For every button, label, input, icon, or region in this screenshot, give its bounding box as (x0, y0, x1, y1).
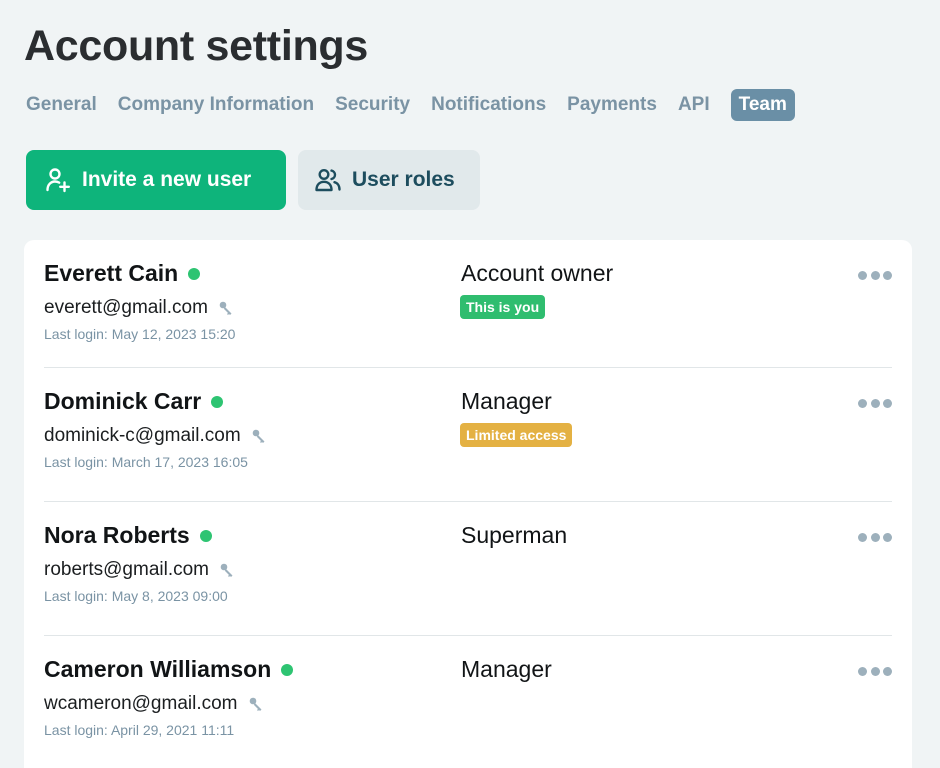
tab-security[interactable]: Security (335, 89, 410, 121)
invite-user-button[interactable]: Invite a new user (26, 150, 286, 210)
user-name: Dominick Carr (44, 388, 224, 415)
team-actions: Invite a new user User roles (26, 150, 480, 210)
user-role: Manager (461, 388, 552, 414)
user-email: roberts@gmail.com (44, 559, 235, 581)
limited-access-badge: Limited access (460, 423, 573, 447)
tab-api[interactable]: API (678, 89, 710, 121)
key-icon[interactable] (248, 696, 264, 712)
user-email-text: everett@gmail.com (44, 297, 208, 318)
user-email-text: roberts@gmail.com (44, 559, 209, 580)
tab-notifications[interactable]: Notifications (431, 89, 546, 121)
online-status-icon (211, 395, 224, 408)
user-role: Superman (461, 522, 568, 548)
last-login: Last login: March 17, 2023 16:05 (44, 454, 248, 470)
online-status-icon (281, 663, 294, 676)
user-email: dominick-c@gmail.com (44, 425, 267, 447)
key-icon[interactable] (218, 300, 234, 316)
user-name-text: Everett Cain (44, 260, 179, 286)
invite-user-label: Invite a new user (82, 168, 252, 191)
user-roles-label: User roles (352, 168, 455, 191)
user-name: Cameron Williamson (44, 656, 294, 683)
account-settings-page: Account settings General Company Informa… (0, 0, 940, 768)
team-member-row: Everett Cain everett@gmail.com Last logi… (44, 240, 892, 374)
more-options-icon[interactable] (858, 396, 892, 410)
last-login: Last login: May 8, 2023 09:00 (44, 588, 228, 604)
this-is-you-badge: This is you (460, 295, 546, 319)
tab-payments[interactable]: Payments (567, 89, 657, 121)
team-members-list: Everett Cain everett@gmail.com Last logi… (24, 240, 912, 768)
user-email: everett@gmail.com (44, 297, 234, 319)
users-icon (314, 166, 342, 194)
last-login: Last login: April 29, 2021 11:11 (44, 722, 235, 738)
tab-general[interactable]: General (26, 89, 97, 121)
user-roles-button[interactable]: User roles (298, 150, 480, 210)
user-name: Nora Roberts (44, 522, 212, 549)
user-email-text: dominick-c@gmail.com (44, 425, 241, 446)
user-name: Everett Cain (44, 260, 201, 287)
last-login: Last login: May 12, 2023 15:20 (44, 326, 236, 342)
team-member-row: Nora Roberts roberts@gmail.com Last logi… (44, 501, 892, 635)
online-status-icon (199, 529, 212, 542)
user-email-text: wcameron@gmail.com (44, 693, 238, 714)
user-role: Manager (461, 656, 552, 682)
tab-team[interactable]: Team (730, 89, 795, 121)
user-role: Account owner (461, 260, 614, 286)
user-name-text: Cameron Williamson (44, 656, 272, 682)
user-email: wcameron@gmail.com (44, 693, 264, 715)
add-user-icon (44, 166, 72, 194)
user-name-text: Dominick Carr (44, 388, 202, 414)
page-title: Account settings (24, 22, 369, 70)
tab-company-information[interactable]: Company Information (118, 89, 314, 121)
team-member-row: Dominick Carr dominick-c@gmail.com Last … (44, 367, 892, 501)
user-name-text: Nora Roberts (44, 522, 190, 548)
key-icon[interactable] (251, 428, 267, 444)
more-options-icon[interactable] (858, 530, 892, 544)
online-status-icon (188, 267, 201, 280)
team-member-row: Cameron Williamson wcameron@gmail.com La… (44, 635, 892, 768)
key-icon[interactable] (219, 562, 235, 578)
more-options-icon[interactable] (858, 268, 892, 282)
more-options-icon[interactable] (858, 664, 892, 678)
settings-tabs: General Company Information Security Not… (26, 88, 816, 122)
